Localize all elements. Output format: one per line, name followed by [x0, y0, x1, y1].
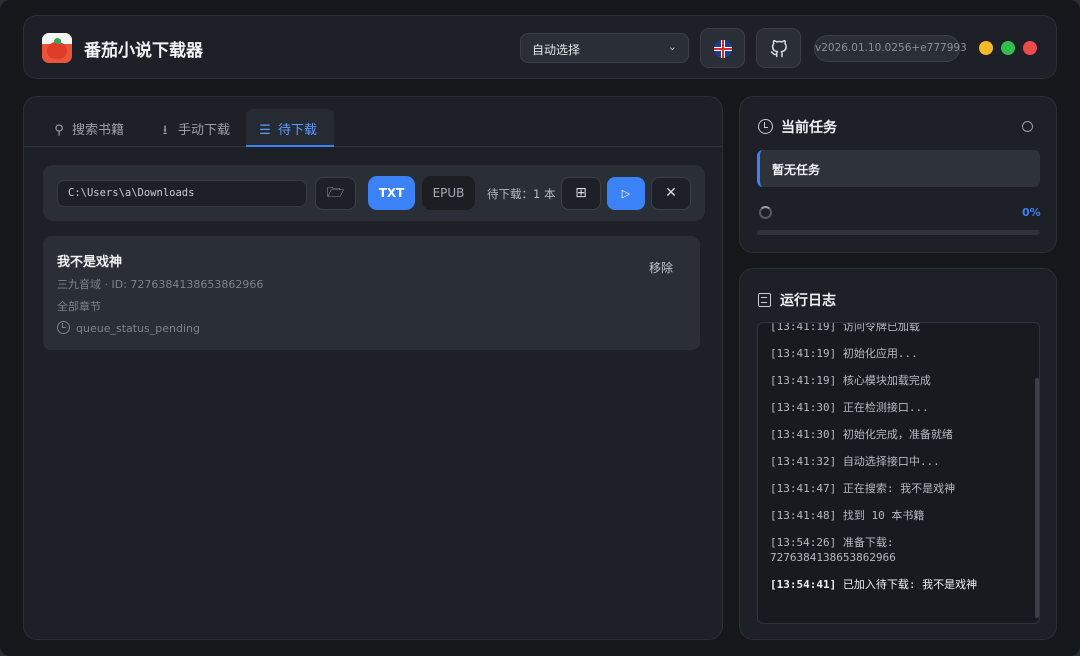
- progress-bar: [757, 230, 1040, 235]
- log-line: [13:54:41] 已加入待下载: 我不是戏神: [770, 578, 978, 591]
- loading-icon: [759, 206, 772, 219]
- choose-folder-button[interactable]: 🗁: [315, 177, 356, 210]
- format-epub-button[interactable]: EPUB: [422, 176, 475, 210]
- current-task-title: 当前任务: [758, 117, 837, 137]
- task-clock-icon: [758, 119, 773, 134]
- version-badge: v2026.01.10.0256+e777993: [814, 35, 967, 62]
- log-line: [13:41:32] 自动选择接口中...: [770, 455, 940, 468]
- book-title: 我不是戏神: [57, 255, 123, 270]
- download-icon: ⭳: [162, 123, 168, 138]
- clock-icon: [57, 321, 70, 334]
- tab-bar: ⚲ 搜索书籍 ⭳ 手动下载 ☰ 待下载: [24, 97, 722, 147]
- tab-queue[interactable]: ☰ 待下载: [246, 109, 334, 147]
- language-button[interactable]: [700, 28, 745, 68]
- log-icon: [758, 293, 771, 307]
- search-icon: ⚲: [54, 123, 64, 138]
- book-meta: 三九音域 · ID: 7276384138653862966: [57, 278, 264, 291]
- chevron-down-icon: ⌄: [667, 40, 677, 53]
- queue-toolbar: C:\Users\a\Downloads 🗁 TXT EPUB 待下载：1 本 …: [43, 165, 705, 221]
- close-icon: ✕: [665, 185, 677, 201]
- start-download-button[interactable]: ▷: [607, 177, 645, 210]
- log-line: [13:41:30] 正在检测接口...: [770, 401, 929, 414]
- endpoint-select-value: 自动选择: [532, 43, 581, 57]
- endpoint-select[interactable]: 自动选择 ⌄: [520, 33, 689, 63]
- format-txt-button[interactable]: TXT: [368, 176, 415, 210]
- maximize-button[interactable]: [1001, 41, 1015, 55]
- remove-button[interactable]: 移除: [649, 259, 673, 276]
- log-scrollbar[interactable]: [1035, 378, 1039, 618]
- close-button[interactable]: [1023, 41, 1037, 55]
- app-title: 番茄小说下载器: [84, 41, 203, 61]
- clear-queue-button[interactable]: ✕: [651, 177, 691, 210]
- app-window: 番茄小说下载器 自动选择 ⌄ v2026.01.10.0256+e777993 …: [0, 0, 1080, 656]
- log-line: [13:41:19] 初始化应用...: [770, 347, 918, 360]
- settings-icon[interactable]: [1022, 121, 1033, 132]
- log-title: 运行日志: [758, 290, 836, 310]
- list-icon: ☰: [259, 123, 271, 138]
- no-task-message: 暂无任务: [757, 150, 1040, 187]
- app-logo: [42, 33, 72, 63]
- log-lines: [13:41:19] 访问令牌已加载 [13:41:19] 初始化应用... […: [770, 322, 1024, 604]
- log-box: [13:41:19] 访问令牌已加载 [13:41:19] 初始化应用... […: [757, 322, 1040, 624]
- log-line: [13:41:19] 访问令牌已加载: [770, 322, 920, 333]
- progress-percent: 0%: [1022, 206, 1041, 219]
- github-icon: [770, 40, 787, 58]
- main-panel: ⚲ 搜索书籍 ⭳ 手动下载 ☰ 待下载 C:\Users\a\Downloads 🗁 …: [23, 96, 723, 640]
- book-chapters: 全部章节: [57, 300, 101, 313]
- uk-flag-icon: [714, 40, 732, 58]
- tab-search[interactable]: ⚲ 搜索书籍: [40, 109, 136, 147]
- app-header: 番茄小说下载器 自动选择 ⌄ v2026.01.10.0256+e777993: [23, 15, 1057, 79]
- import-file-button[interactable]: ⊞: [561, 177, 601, 210]
- github-button[interactable]: [756, 28, 801, 68]
- tab-manual-download[interactable]: ⭳ 手动下载: [146, 109, 242, 147]
- book-status: queue_status_pending: [57, 321, 200, 335]
- save-path-input[interactable]: C:\Users\a\Downloads: [57, 180, 307, 207]
- log-line: [13:41:30] 初始化完成，准备就绪: [770, 428, 953, 441]
- log-line: [13:41:47] 正在搜索: 我不是戏神: [770, 482, 956, 495]
- log-line: [13:41:19] 核心模块加载完成: [770, 374, 931, 387]
- log-line: [13:41:48] 找到 10 本书籍: [770, 509, 925, 522]
- log-line: [13:54:26] 准备下载: 7276384138653862966: [770, 536, 896, 564]
- play-icon: ▷: [621, 187, 631, 200]
- file-plus-icon: ⊞: [575, 185, 587, 201]
- queue-count: 待下载：1 本: [487, 187, 556, 201]
- log-panel: 运行日志 [13:41:19] 访问令牌已加载 [13:41:19] 初始化应用…: [739, 268, 1057, 640]
- folder-icon: 🗁: [326, 185, 345, 201]
- current-task-panel: 当前任务 暂无任务 0%: [739, 96, 1057, 253]
- minimize-button[interactable]: [979, 41, 993, 55]
- queue-item: 我不是戏神 三九音域 · ID: 7276384138653862966 全部章…: [43, 236, 700, 350]
